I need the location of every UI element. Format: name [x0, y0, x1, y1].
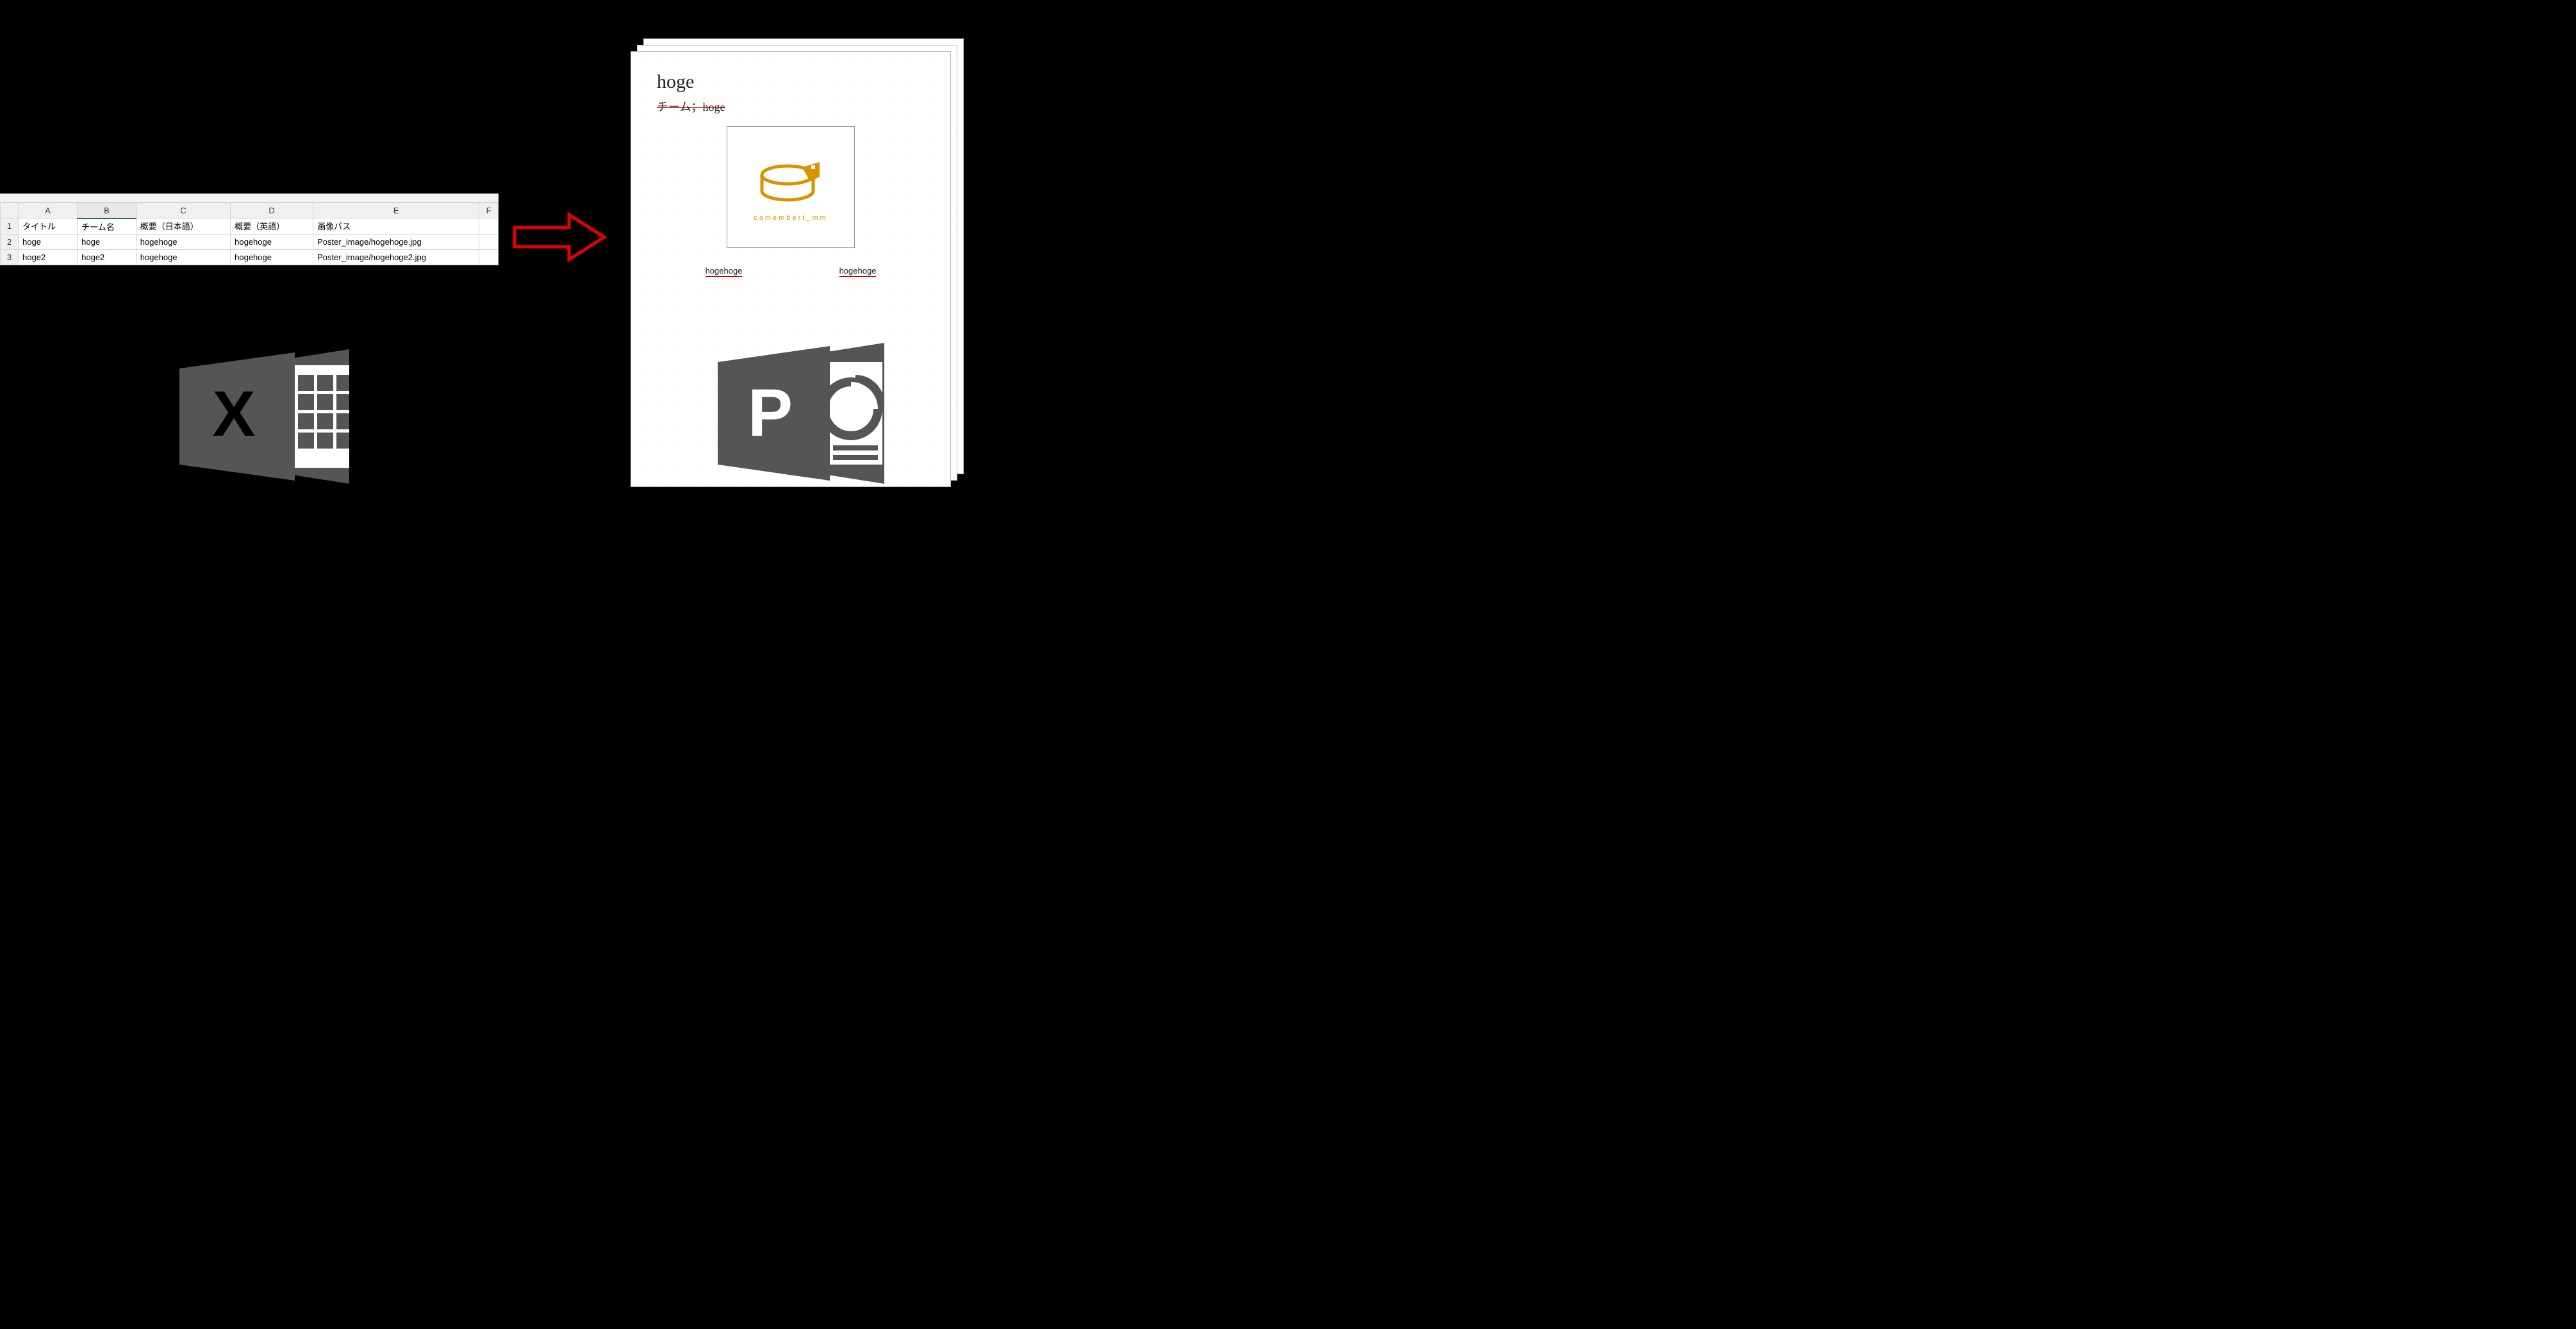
excel-col-E[interactable]: E — [313, 203, 479, 219]
slide-title: hoge — [657, 71, 925, 93]
slide-team-label: チーム；hoge — [657, 98, 925, 115]
excel-row-1[interactable]: 1 — [1, 219, 19, 235]
excel-app-icon: X — [167, 346, 384, 487]
slide-image-placeholder: camembert_mm — [727, 126, 855, 248]
excel-cell-E2[interactable]: Poster_image/hogehoge.jpg — [313, 234, 479, 249]
excel-col-D[interactable]: D — [231, 203, 313, 219]
excel-cell-E1[interactable]: 画像パス — [313, 219, 479, 235]
excel-ribbon-fragment — [0, 194, 499, 202]
excel-cell-A2[interactable]: hoge — [19, 234, 78, 249]
slide-summary-row: hogehoge hogehoge — [657, 266, 925, 277]
excel-col-C[interactable]: C — [136, 203, 230, 219]
excel-col-F[interactable]: F — [479, 203, 499, 219]
transform-arrow-icon — [511, 211, 607, 263]
powerpoint-app-icon: P — [711, 340, 916, 487]
ppt-p-letter: P — [748, 376, 793, 450]
excel-cell-D3[interactable]: hogehoge — [231, 249, 313, 265]
excel-cell-C3[interactable]: hogehoge — [136, 249, 230, 265]
excel-cell-A3[interactable]: hoge2 — [19, 249, 78, 265]
excel-cell-B2[interactable]: hoge — [78, 234, 136, 249]
excel-cell-B1[interactable]: チーム名 — [78, 219, 136, 235]
slide-image-caption: camembert_mm — [754, 214, 827, 222]
excel-grid[interactable]: A B C D E F 1 タイトル チーム名 概要（日本語） 概要（英語） 画… — [0, 202, 499, 265]
slide-summary-jp: hogehoge — [706, 266, 743, 277]
excel-cell-F1[interactable] — [479, 219, 499, 235]
excel-cell-B3[interactable]: hoge2 — [78, 249, 136, 265]
excel-corner-cell[interactable] — [1, 203, 19, 219]
excel-row-2[interactable]: 2 — [1, 234, 19, 249]
excel-spreadsheet: A B C D E F 1 タイトル チーム名 概要（日本語） 概要（英語） 画… — [0, 194, 499, 265]
excel-cell-E3[interactable]: Poster_image/hogehoge2.jpg — [313, 249, 479, 265]
excel-cell-F3[interactable] — [479, 249, 499, 265]
excel-x-letter: X — [213, 378, 256, 450]
excel-cell-F2[interactable] — [479, 234, 499, 249]
excel-cell-D1[interactable]: 概要（英語） — [231, 219, 313, 235]
slide-summary-en: hogehoge — [839, 266, 877, 277]
cheese-icon — [752, 153, 829, 210]
excel-col-A[interactable]: A — [19, 203, 78, 219]
excel-cell-D2[interactable]: hogehoge — [231, 234, 313, 249]
excel-row-3[interactable]: 3 — [1, 249, 19, 265]
excel-cell-C2[interactable]: hogehoge — [136, 234, 230, 249]
excel-col-B[interactable]: B — [78, 203, 136, 219]
excel-cell-C1[interactable]: 概要（日本語） — [136, 219, 230, 235]
excel-cell-A1[interactable]: タイトル — [19, 219, 78, 235]
